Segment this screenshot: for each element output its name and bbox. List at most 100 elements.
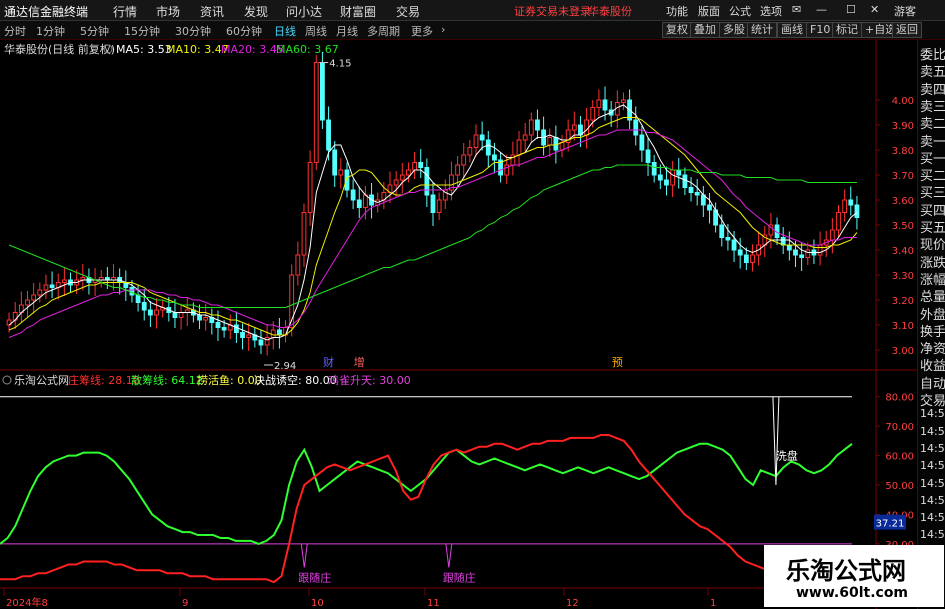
signal-label-xipan: 洗盘 xyxy=(776,449,798,463)
period-15min[interactable]: 15分钟 xyxy=(124,23,160,39)
menu-item-caifuquan[interactable]: 财富圈 xyxy=(340,3,376,20)
diejia-button[interactable]: 叠加 xyxy=(690,22,720,38)
signal-spike xyxy=(772,396,780,486)
duogu-button[interactable]: 多股 xyxy=(719,22,749,38)
period-more[interactable]: 更多 xyxy=(411,23,433,39)
period-daily[interactable]: 日线 xyxy=(274,23,296,39)
candle-body xyxy=(399,174,405,181)
main-ytick-label: 4.00 xyxy=(892,96,914,107)
period-1min[interactable]: 1分钟 xyxy=(36,23,65,39)
menu-item-zixun[interactable]: 资讯 xyxy=(200,3,224,20)
menu-item-gongshi[interactable]: 公式 xyxy=(729,3,751,19)
candle-body xyxy=(719,224,725,238)
menu-item-jiaoyi[interactable]: 交易 xyxy=(396,3,420,20)
candle-body xyxy=(178,312,184,318)
candle-body xyxy=(270,329,276,338)
xtick-label: 10 xyxy=(311,598,324,609)
menu-item-hangqing[interactable]: 行情 xyxy=(113,3,137,20)
candle-body xyxy=(731,239,737,251)
back-button[interactable]: 返回 xyxy=(892,22,922,38)
candle-body xyxy=(688,187,694,193)
side-panel-item: 14:56 xyxy=(920,459,945,473)
candle-body xyxy=(393,179,399,186)
fuquan-button[interactable]: 复权 xyxy=(662,22,692,38)
candle-body xyxy=(412,162,417,171)
watermark-url: www.60lt.com xyxy=(796,585,909,601)
watermark-name: 乐淘公式网 xyxy=(786,557,906,585)
candle-body xyxy=(307,162,313,213)
side-panel-item: 买三 xyxy=(920,186,945,202)
menu-item-wenxiaoda[interactable]: 问小达 xyxy=(286,3,322,20)
candle-body xyxy=(295,254,301,276)
menu-item-faxian[interactable]: 发现 xyxy=(244,3,268,20)
candle-body xyxy=(473,134,479,148)
candle-body xyxy=(240,332,245,338)
oscillator-label: 鸡雀升天: 30.00 xyxy=(328,373,411,387)
side-panel-item: 涨幅 xyxy=(920,272,945,288)
menu-item-shichang[interactable]: 市场 xyxy=(156,3,180,20)
menu-item-banmian[interactable]: 版面 xyxy=(698,3,720,19)
chart-area[interactable]: 华泰股份(日线 前复权) MA5: 3.53MA10: 3.47MA20: 3.4… xyxy=(0,40,917,609)
xtick-label: 11 xyxy=(427,598,440,609)
watermark: 乐淘公式网 www.60lt.com xyxy=(764,545,944,607)
candle-body xyxy=(645,149,651,163)
stock-name-menu: 华泰股份 xyxy=(588,5,632,18)
candle-body xyxy=(424,167,430,196)
period-60min[interactable]: 60分钟 xyxy=(226,23,262,39)
candle-body xyxy=(25,299,30,306)
ma-label-ma60: MA60: 3.67 xyxy=(276,43,339,56)
candle-body xyxy=(817,244,823,256)
candle-body xyxy=(725,237,731,241)
period-multi[interactable]: 多周期 xyxy=(367,23,400,39)
signal-spike xyxy=(445,543,453,568)
login-status[interactable]: 证券交易未登录 xyxy=(514,3,591,19)
candle-body xyxy=(332,149,338,176)
period-weekly[interactable]: 周线 xyxy=(305,23,327,39)
candle-body xyxy=(528,119,534,136)
menu-item-xuanxiang[interactable]: 选项 xyxy=(760,3,782,19)
candle-body xyxy=(233,324,239,333)
main-ytick-label: 3.00 xyxy=(892,346,914,357)
candle-body xyxy=(676,169,682,176)
side-panel-item: 卖三 xyxy=(920,99,945,115)
menu-item-gongneng[interactable]: 功能 xyxy=(666,3,688,19)
main-ytick-label: 3.40 xyxy=(892,246,914,257)
side-panel-item: 委比 xyxy=(920,48,945,63)
candle-body xyxy=(743,254,749,263)
candle-body xyxy=(682,174,688,188)
huaxian-button[interactable]: 画线 xyxy=(777,22,807,38)
biaoji-button[interactable]: 标记 xyxy=(832,22,862,38)
main-ytick-label: 3.10 xyxy=(892,321,914,332)
candle-body xyxy=(467,147,473,156)
candle-body xyxy=(344,169,350,191)
osc-ytick-label: 70.00 xyxy=(885,422,914,433)
candle-body xyxy=(596,99,602,108)
side-panel-item: 14:56 xyxy=(920,441,945,455)
minimize-icon[interactable]: — xyxy=(816,3,827,16)
side-panel-item: 换手 xyxy=(920,324,945,340)
f10-button[interactable]: F10 xyxy=(806,22,835,38)
tongji-button[interactable]: 统计 xyxy=(747,22,777,38)
period-monthly[interactable]: 月线 xyxy=(336,23,358,39)
candle-body xyxy=(43,284,49,291)
xtick-label: 1 xyxy=(710,598,716,609)
main-ytick-label: 3.90 xyxy=(892,121,914,132)
signal-label-gensuizhuang: 跟随庄 xyxy=(298,570,331,584)
side-panel-item: 卖四 xyxy=(920,82,945,98)
candle-body xyxy=(31,294,37,301)
maximize-icon[interactable]: ☐ xyxy=(846,3,856,16)
candle-body xyxy=(584,119,590,136)
candle-body xyxy=(842,199,848,213)
guest-label[interactable]: 游客 xyxy=(894,3,916,19)
message-icon[interactable]: ✉ xyxy=(792,3,801,16)
candle-body xyxy=(553,137,559,151)
side-panel-item: 买二 xyxy=(920,169,945,185)
candle-body xyxy=(313,62,319,163)
period-30min[interactable]: 30分钟 xyxy=(175,23,211,39)
close-icon[interactable]: ✕ xyxy=(870,3,879,16)
period-5min[interactable]: 5分钟 xyxy=(80,23,109,39)
candle-body xyxy=(320,62,325,121)
period-fenshi[interactable]: 分时 xyxy=(4,23,26,39)
candle-body xyxy=(780,237,786,246)
chevron-right-icon[interactable]: › xyxy=(441,23,445,36)
